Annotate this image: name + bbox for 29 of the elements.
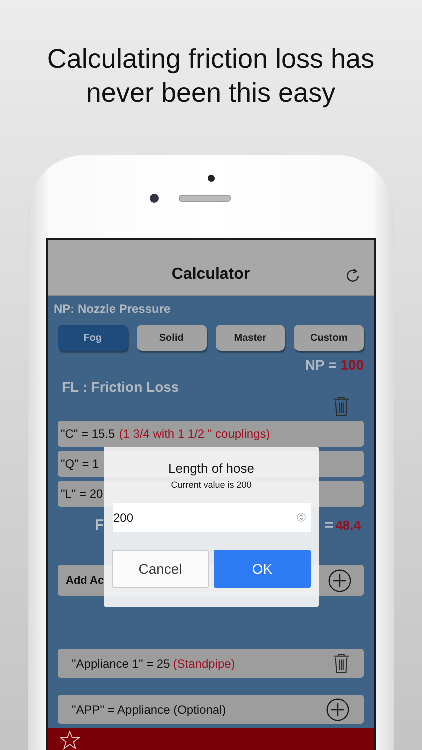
dialog-title: Length of hose bbox=[168, 461, 255, 476]
result-equals: = bbox=[324, 517, 334, 534]
result-label: F bbox=[95, 517, 104, 534]
add-row-text: Add Ac bbox=[66, 574, 104, 586]
ok-button[interactable]: OK bbox=[214, 550, 311, 588]
appliance-note: (Standpipe) bbox=[173, 656, 236, 670]
np-value: 100 bbox=[340, 357, 364, 373]
mode-button[interactable]: Solid bbox=[136, 325, 206, 351]
dialog-message: Current value is 200 bbox=[171, 480, 252, 490]
cancel-button[interactable]: Cancel bbox=[112, 550, 209, 588]
appliance-row[interactable]: "APP" = Appliance (Optional) bbox=[58, 695, 364, 724]
value-text: "Q" = 1 bbox=[61, 457, 100, 471]
input-field[interactable]: 200 bbox=[112, 503, 310, 532]
section-heading: NP: Nozzle Pressure bbox=[54, 302, 172, 316]
appliance-text: "Appliance 1" = 25 bbox=[72, 656, 170, 670]
nav-title: Calculator bbox=[172, 266, 250, 284]
mode-button[interactable]: Fog bbox=[58, 325, 128, 351]
mode-button[interactable]: Custom bbox=[294, 325, 364, 351]
value-text: "C" = 15.5 bbox=[61, 427, 116, 441]
mode-button[interactable]: Master bbox=[216, 325, 286, 351]
value-row[interactable]: "C" = 15.5 (1 3/4 with 1 1/2 " couplings) bbox=[58, 421, 364, 447]
value-note: (1 3/4 with 1 1/2 " couplings) bbox=[119, 427, 270, 441]
headline: Calculating friction loss has never been this easy bbox=[46, 43, 376, 110]
section-heading: FL : Friction Loss bbox=[62, 379, 180, 395]
value-text: "L" = 20 bbox=[61, 487, 104, 501]
appliance-text: "APP" = Appliance (Optional) bbox=[72, 702, 226, 716]
np-label: NP = bbox=[305, 357, 337, 373]
appliance-row[interactable]: "Appliance 1" = 25 (Standpipe) bbox=[58, 649, 364, 678]
result-value: 48.4 bbox=[336, 518, 361, 533]
